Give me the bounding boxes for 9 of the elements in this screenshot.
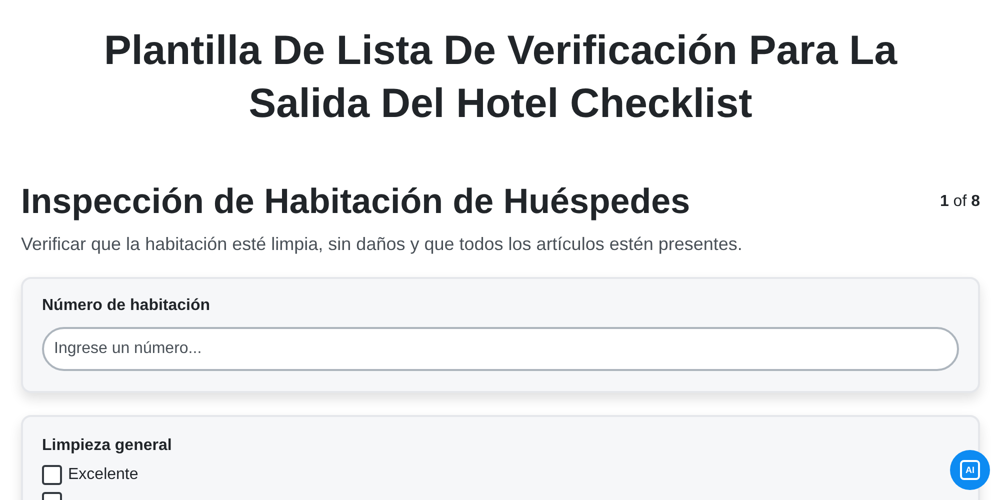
section-heading: Inspección de Habitación de Huéspedes: [21, 181, 690, 223]
question-label: Número de habitación: [42, 297, 212, 315]
section-description: Verificar que la habitación esté limpia, sin daños y que todos los artículos estén presentes.: [21, 234, 744, 255]
question-label: Limpieza general: [42, 437, 173, 455]
option-label: Excelente: [68, 466, 138, 484]
page-counter: 1 of 8: [940, 193, 980, 211]
input-field[interactable]: Ingrese un número...: [42, 327, 959, 371]
checkbox[interactable]: [42, 464, 62, 484]
page-title: Plantilla De Lista De Verificación Para La Salida Del Hotel Checklist: [103, 26, 898, 128]
